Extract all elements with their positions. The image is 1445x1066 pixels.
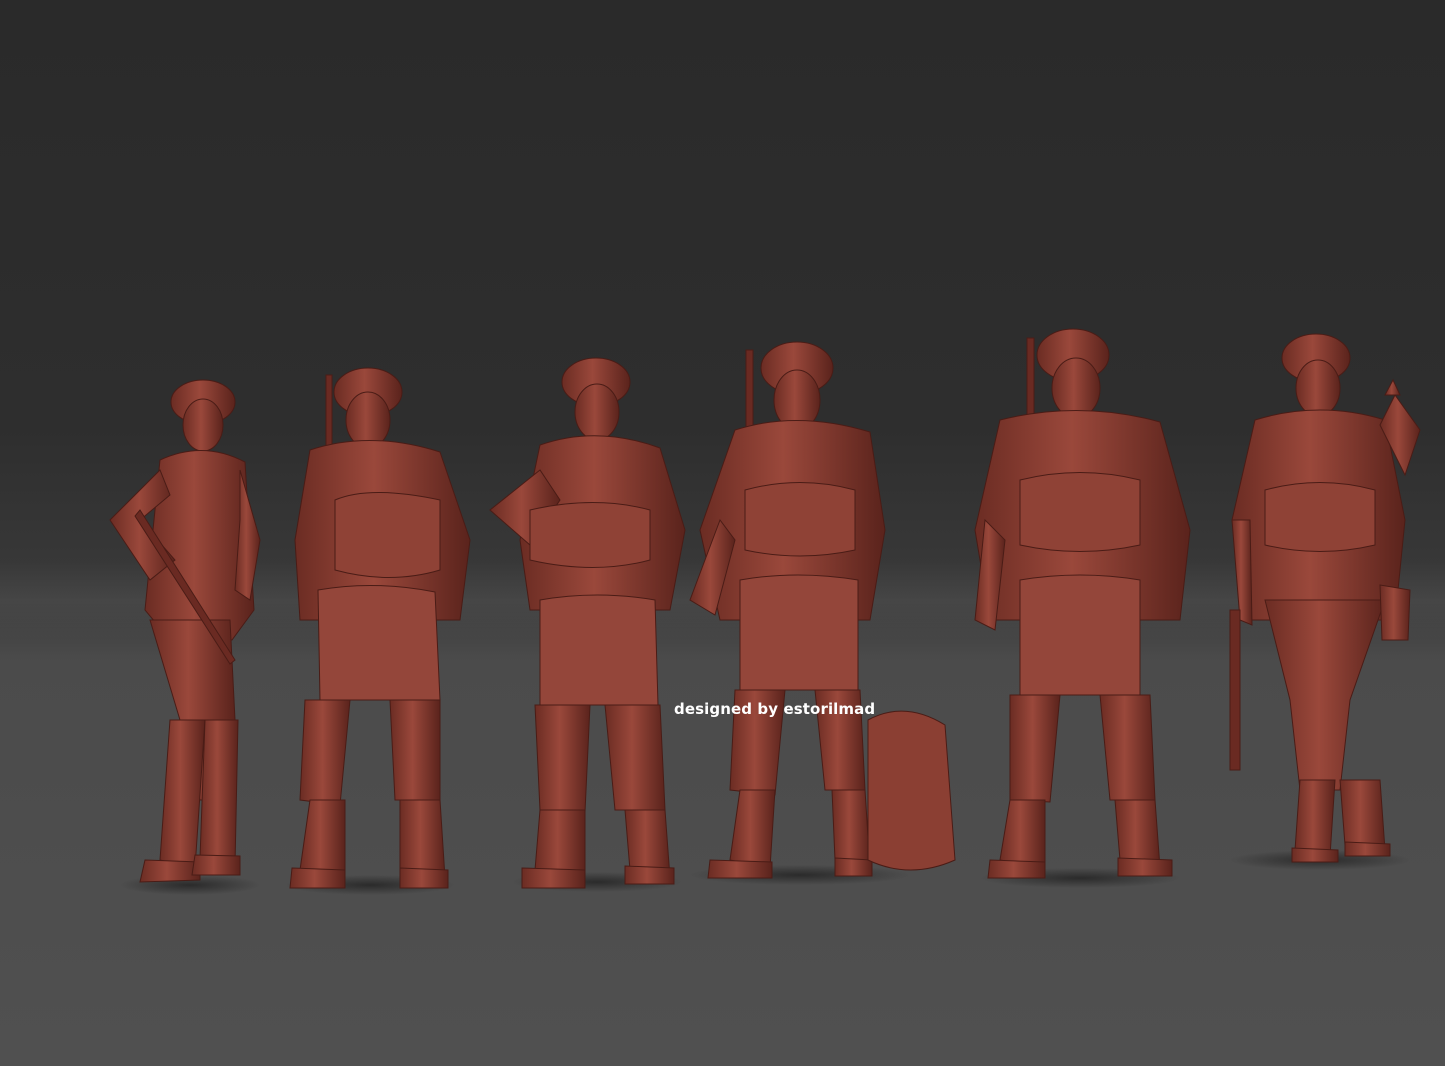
figures-render	[109, 328, 1421, 895]
figure-1	[109, 379, 261, 895]
figure-5	[974, 328, 1191, 888]
render-stage: designed by estorilmad	[0, 0, 1445, 1066]
figure-4	[689, 341, 956, 885]
figure-3	[489, 357, 686, 892]
figure-6	[1229, 333, 1421, 870]
figure-2	[285, 367, 471, 895]
watermark-text: designed by estorilmad	[674, 700, 876, 718]
